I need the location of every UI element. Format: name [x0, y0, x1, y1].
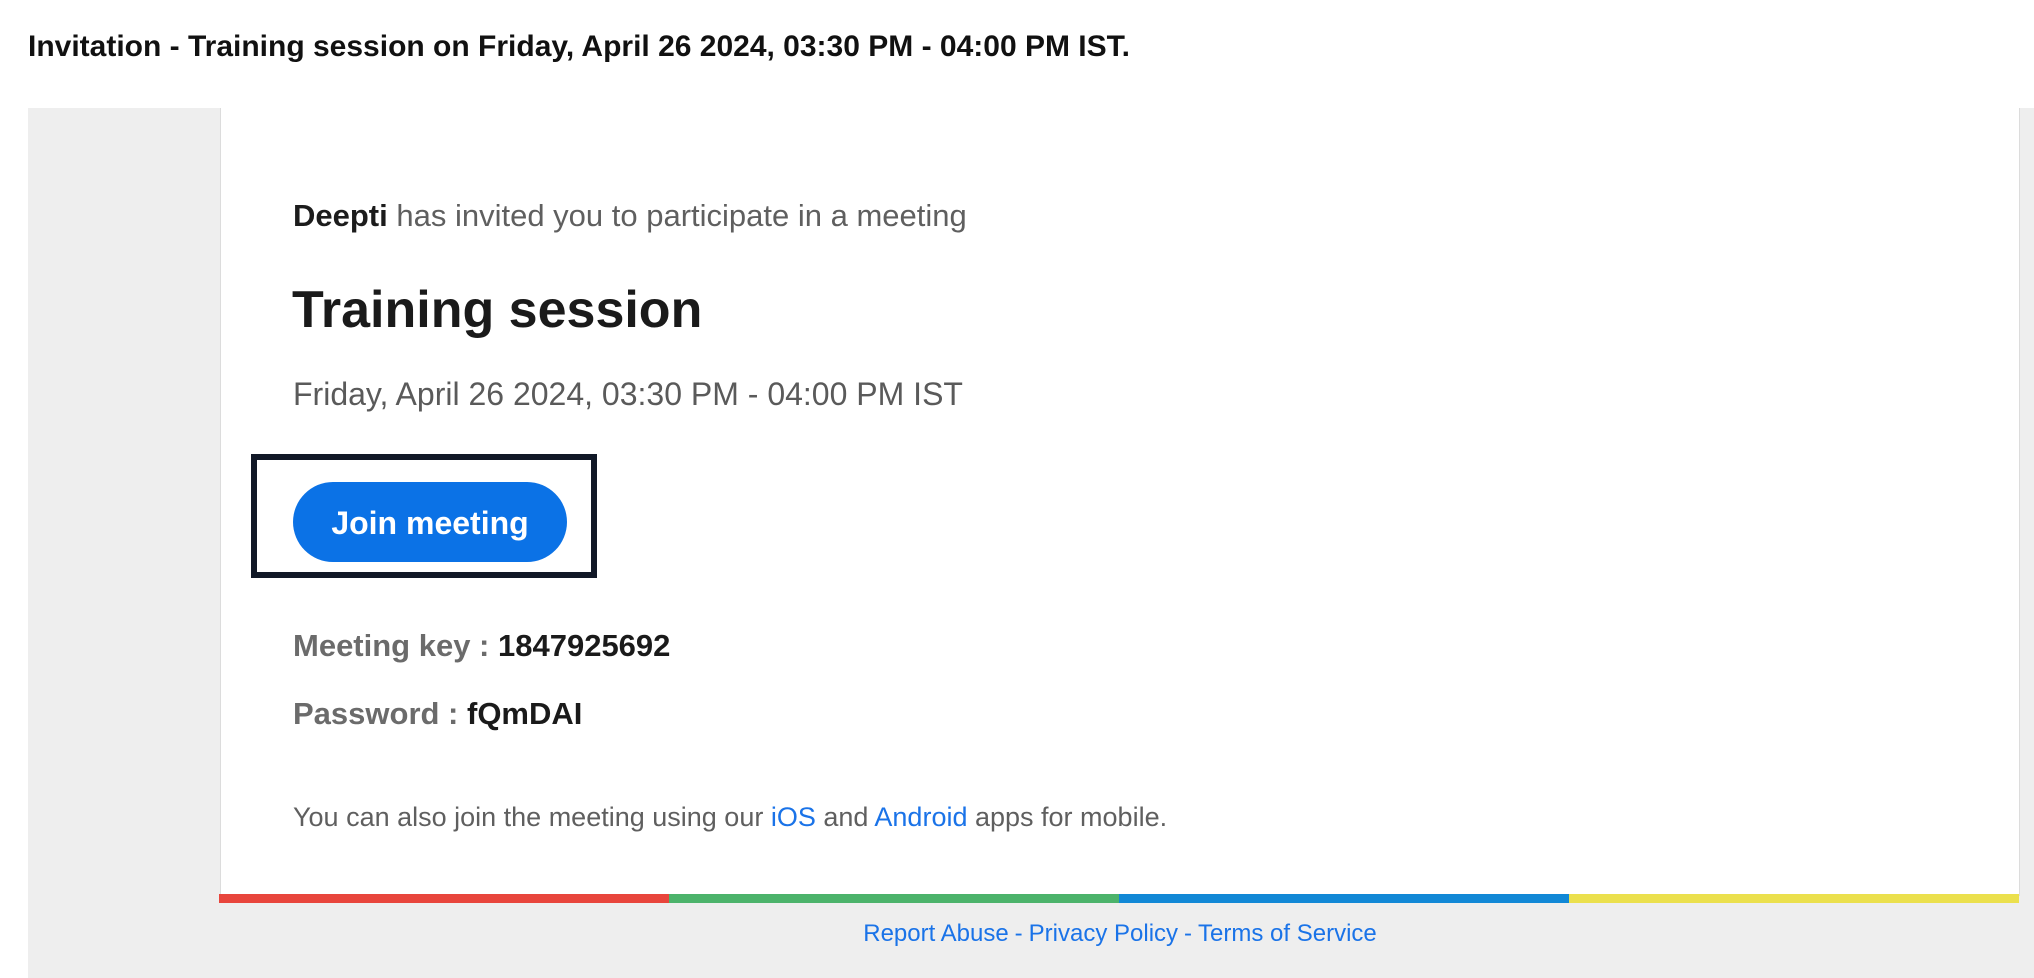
host-name: Deepti: [293, 198, 388, 233]
meeting-title: Training session: [292, 281, 703, 339]
invitation-card: Deepti has invited you to participate in…: [220, 108, 2020, 896]
meeting-key-label: Meeting key :: [293, 628, 498, 663]
left-edge: [0, 108, 8, 978]
meeting-key-value: 1847925692: [498, 628, 671, 663]
meeting-key-row: Meeting key : 1847925692: [293, 628, 670, 664]
invite-line: Deepti has invited you to participate in…: [293, 198, 967, 234]
strip-segment-yellow: [1569, 894, 2019, 903]
mobile-note-suffix: apps for mobile.: [967, 802, 1168, 832]
ios-app-link[interactable]: iOS: [771, 802, 816, 832]
footer-separator: -: [1184, 920, 1193, 947]
brand-color-strip: [219, 894, 2019, 903]
mobile-note-prefix: You can also join the meeting using our: [293, 802, 771, 832]
email-subject-bar: Invitation - Training session on Friday,…: [0, 0, 2034, 108]
strip-segment-green: [669, 894, 1119, 903]
password-row: Password : fQmDAI: [293, 696, 582, 732]
strip-segment-blue: [1119, 894, 1569, 903]
mobile-note-and: and: [815, 802, 875, 832]
report-abuse-link[interactable]: Report Abuse: [863, 920, 1008, 947]
android-app-link[interactable]: Android: [874, 802, 967, 832]
invite-text: has invited you to participate in a meet…: [387, 198, 967, 233]
footer-separator: -: [1014, 920, 1023, 947]
terms-of-service-link[interactable]: Terms of Service: [1198, 920, 1377, 947]
meeting-time: Friday, April 26 2024, 03:30 PM - 04:00 …: [293, 376, 963, 412]
privacy-policy-link[interactable]: Privacy Policy: [1029, 920, 1178, 947]
strip-segment-red: [219, 894, 669, 903]
mobile-apps-note: You can also join the meeting using our …: [293, 802, 1167, 833]
password-value: fQmDAI: [467, 696, 583, 731]
footer-links: Report Abuse - Privacy Policy - Terms of Ser…: [220, 920, 2020, 948]
join-meeting-button[interactable]: Join meeting: [293, 482, 567, 562]
password-label: Password :: [293, 696, 467, 731]
email-subject: Invitation - Training session on Friday,…: [28, 30, 1130, 63]
